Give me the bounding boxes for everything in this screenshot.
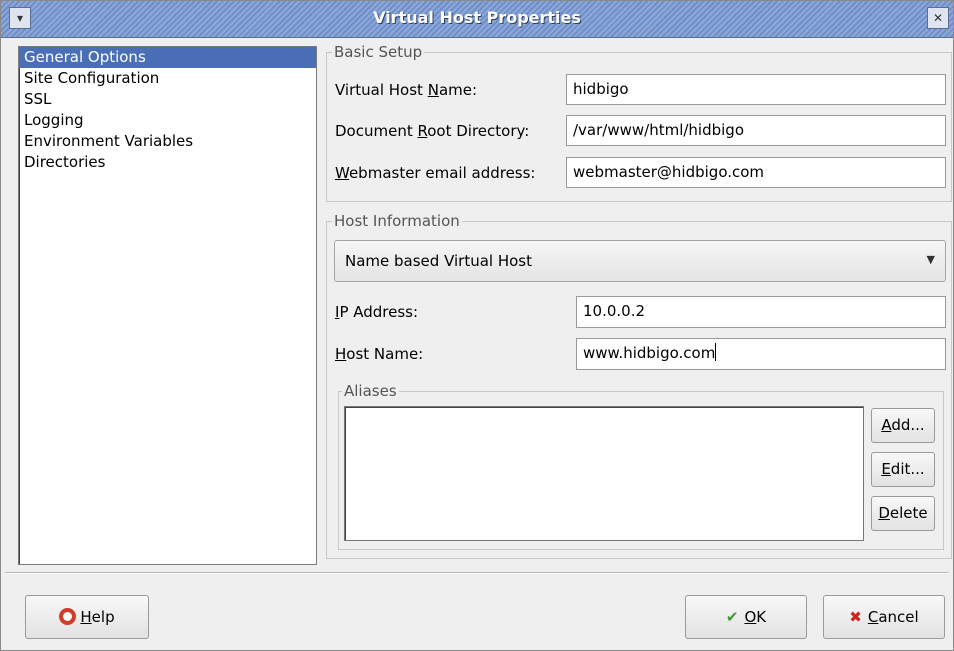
aliases-list[interactable] [344,406,864,541]
delete-alias-button[interactable]: Delete [871,496,935,531]
aliases-title: Aliases [342,382,399,400]
category-list[interactable]: General Options Site Configuration SSL L… [18,46,317,565]
sidebar-item-site-configuration[interactable]: Site Configuration [19,68,316,89]
cancel-button[interactable]: ✖ Cancel [823,595,945,639]
host-name-label: Host Name: [335,345,424,363]
webmaster-email-input[interactable]: webmaster@hidbigo.com [566,157,946,188]
sidebar-item-logging[interactable]: Logging [19,110,316,131]
vhost-name-label: Virtual Host Name: [335,81,478,99]
chevron-down-icon: ▼ [926,253,935,266]
ip-address-label: IP Address: [335,303,419,321]
title-bar[interactable]: ▾ Virtual Host Properties ✕ [1,1,953,38]
webmaster-label: Webmaster email address: [335,164,536,182]
close-icon[interactable]: ✕ [927,7,949,29]
basic-setup-title: Basic Setup [332,43,425,61]
sidebar-item-environment-variables[interactable]: Environment Variables [19,131,316,152]
window-title: Virtual Host Properties [373,8,581,27]
footer-separator [5,572,949,574]
checkmark-icon: ✔ [725,608,739,626]
ip-address-input[interactable]: 10.0.0.2 [576,296,946,328]
help-lifebuoy-icon [59,608,77,625]
docroot-label: Document Root Directory: [335,122,530,140]
host-name-input[interactable]: www.hidbigo.com [576,338,946,370]
docroot-input[interactable]: /var/www/html/hidbigo [566,115,946,146]
cancel-x-icon: ✖ [849,608,862,626]
host-type-select[interactable]: Name based Virtual Host ▼ [334,240,946,282]
edit-alias-button[interactable]: Edit... [871,452,935,487]
help-button[interactable]: Help [25,595,149,639]
sidebar-item-general-options[interactable]: General Options [19,47,316,68]
sidebar-item-directories[interactable]: Directories [19,152,316,173]
dialog-window: ▾ Virtual Host Properties ✕ General Opti… [0,0,954,651]
host-type-value: Name based Virtual Host [345,252,533,270]
vhost-name-input[interactable]: hidbigo [566,74,946,105]
host-info-title: Host Information [332,212,462,230]
ok-button[interactable]: ✔ OK [685,595,807,639]
add-alias-button[interactable]: Add... [871,408,935,443]
sidebar-item-ssl[interactable]: SSL [19,89,316,110]
